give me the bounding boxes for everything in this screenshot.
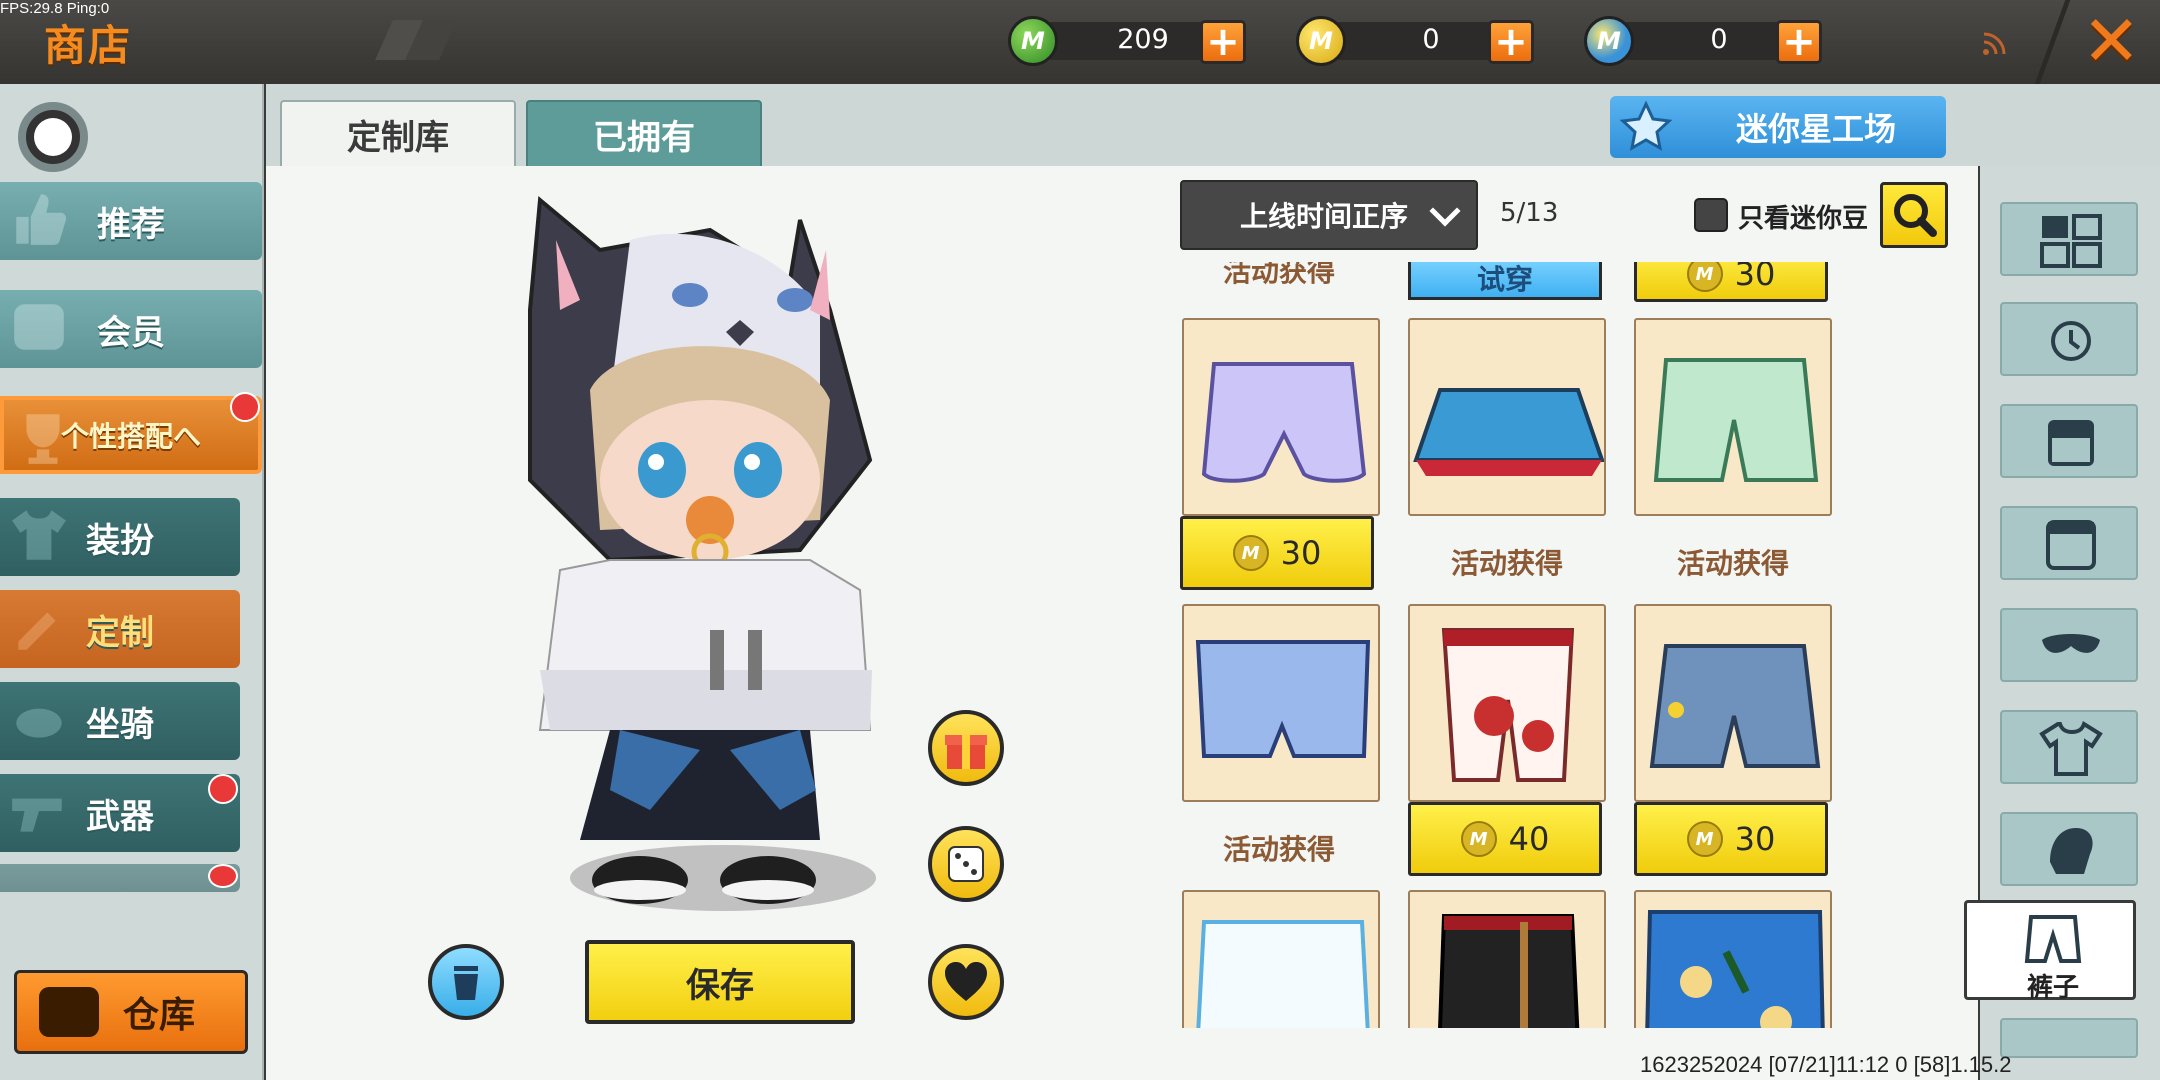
chevron-down-icon (1429, 195, 1461, 227)
pants-icon (2024, 915, 2082, 963)
signal-icon (1983, 32, 2006, 55)
sidebar-item-weapon[interactable]: 武器 (0, 774, 240, 852)
sidebar-item-partial[interactable] (0, 864, 240, 892)
page-indicator: 5/13 (1500, 198, 1559, 228)
sidebar-item-style[interactable]: 个性搭配へ (0, 396, 262, 474)
category-more[interactable] (2000, 1018, 2138, 1058)
add-gold-button[interactable]: + (1488, 20, 1534, 64)
category-all[interactable] (2000, 202, 2138, 276)
white-shorts-image (1196, 920, 1370, 1028)
category-history[interactable] (2000, 302, 2138, 376)
heart-icon (945, 962, 987, 1001)
skirt-image (1413, 388, 1604, 476)
history-icon (2051, 321, 2091, 361)
price-button[interactable]: M 30 (1634, 802, 1828, 876)
coin-icon: M (1686, 262, 1723, 292)
random-button[interactable] (928, 826, 1004, 902)
chest-icon (39, 987, 99, 1037)
character-preview[interactable] (500, 190, 920, 920)
category-face[interactable] (2000, 506, 2138, 580)
event-label: 活动获得 (1222, 833, 1335, 866)
event-label: 活动获得 (1676, 547, 1789, 580)
item-black-pants[interactable] (1408, 890, 1606, 1028)
avatar-icon (34, 118, 72, 156)
periwinkle-shorts-image (1195, 640, 1371, 758)
thumbs-up-icon (16, 194, 67, 245)
item-mint-shorts[interactable] (1634, 318, 1832, 516)
gun-icon (12, 798, 62, 832)
coin-icon: M (1686, 821, 1723, 857)
avatar-button[interactable] (18, 102, 88, 172)
sidebar-item-mount[interactable]: 坐骑 (0, 682, 240, 760)
sidebar-item-vip[interactable]: 会员 (0, 290, 262, 368)
shirt-icon (2039, 720, 2103, 776)
search-button[interactable] (1880, 182, 1948, 248)
mini-bean-checkbox[interactable] (1694, 198, 1728, 232)
save-button[interactable]: 保存 (585, 940, 855, 1024)
cloud-pants-image (1441, 628, 1575, 782)
palm-shorts-image (1645, 910, 1825, 1028)
dice-icon (948, 846, 984, 882)
item-grid: 活动获得 试穿 M 30 M 30 活动获得 活动获得 活动获得 M 40 M 30 (1176, 262, 1838, 1028)
version-status: 1623252024 [07/21]11:12 0 [58]1.15.2 (1640, 1052, 2012, 1077)
item-white-shorts[interactable] (1182, 890, 1380, 1028)
glove-icon (2050, 828, 2093, 874)
item-periwinkle-shorts[interactable] (1182, 604, 1380, 802)
category-mask[interactable] (2000, 608, 2138, 682)
search-icon (1894, 194, 1937, 237)
vip-icon (14, 304, 64, 350)
gift-icon (945, 735, 987, 769)
category-pants[interactable]: 裤子 (1964, 900, 2136, 1003)
mount-icon (16, 708, 62, 738)
close-button[interactable]: ✕ (2082, 6, 2141, 76)
item-palm-shorts[interactable] (1634, 890, 1832, 1028)
grid-icon (2040, 214, 2102, 268)
pencil-icon (18, 612, 56, 650)
item-cloud-pants[interactable] (1408, 604, 1606, 802)
coin-icon: M (1232, 535, 1269, 571)
gift-button[interactable] (928, 710, 1004, 786)
bloomers-image (1201, 362, 1367, 483)
add-blue-button[interactable]: + (1776, 20, 1822, 64)
trophy-icon (26, 414, 60, 464)
mini-bean-filter-label: 只看迷你豆 (1738, 204, 1869, 234)
sidebar-item-recommend[interactable]: 推荐 (0, 182, 262, 260)
price-button[interactable]: M 30 (1634, 262, 1828, 302)
item-denim-shorts[interactable] (1634, 604, 1832, 802)
notification-dot (208, 774, 238, 804)
event-label: 活动获得 (1450, 547, 1563, 580)
notification-dot (230, 392, 260, 422)
delete-button[interactable] (428, 944, 504, 1020)
item-blue-skirt[interactable] (1408, 318, 1606, 516)
price-button[interactable]: M 30 (1180, 516, 1374, 590)
face-hair-icon (2048, 420, 2094, 466)
category-hair[interactable] (2000, 404, 2138, 478)
face-icon (2046, 520, 2096, 570)
page-title: 商店 (44, 21, 133, 70)
category-top[interactable] (2000, 710, 2138, 784)
trash-icon (454, 966, 478, 1000)
warehouse-button[interactable]: 仓库 (14, 970, 248, 1054)
sidebar-item-outfit[interactable]: 装扮 (0, 498, 240, 576)
price-button[interactable]: M 40 (1408, 802, 1602, 876)
mint-shorts-image (1653, 358, 1819, 482)
notification-dot (208, 864, 238, 888)
shirt-icon (12, 510, 66, 560)
mini-workshop-button[interactable]: 迷你星工场 (1610, 96, 1946, 158)
tab-custom-library[interactable]: 定制库 (280, 100, 516, 168)
favorite-button[interactable] (928, 944, 1004, 1020)
sidebar-item-custom[interactable]: 定制 (0, 590, 240, 668)
add-gem-button[interactable]: + (1200, 20, 1246, 64)
try-on-button[interactable]: 试穿 (1408, 262, 1602, 300)
category-gloves[interactable] (2000, 812, 2138, 886)
star-icon (1619, 100, 1673, 151)
black-pants-image (1438, 914, 1580, 1028)
sort-dropdown[interactable]: 上线时间正序 (1180, 180, 1478, 250)
mask-icon (2042, 634, 2100, 653)
coin-icon: M (1460, 821, 1497, 857)
tab-owned[interactable]: 已拥有 (526, 100, 762, 168)
event-label: 活动获得 (1222, 262, 1335, 288)
item-lavender-bloomers[interactable] (1182, 318, 1380, 516)
denim-shorts-image (1649, 644, 1821, 768)
